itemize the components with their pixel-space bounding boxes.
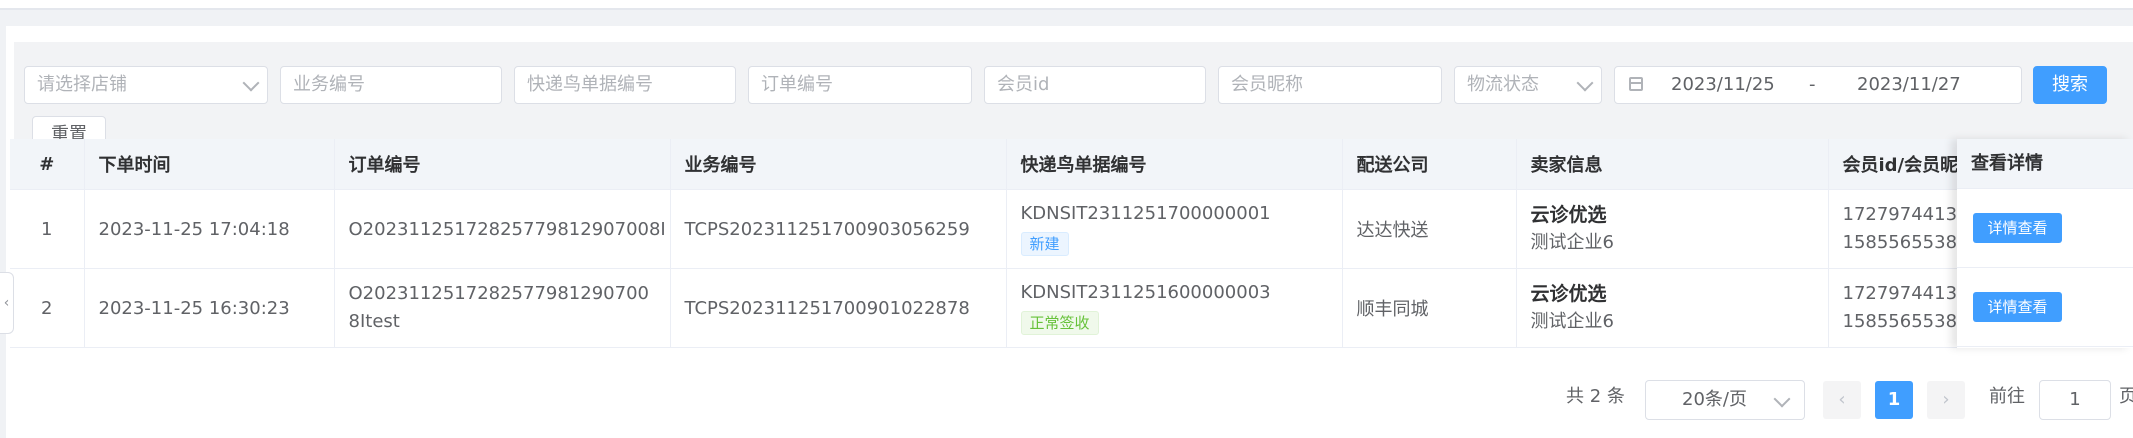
seller-company: 测试企业6 (1530, 232, 1614, 253)
detail-view-button[interactable]: 详情查看 (1973, 213, 2062, 243)
chevron-down-icon (1773, 390, 1791, 408)
shop-select[interactable]: 请选择店铺 (24, 66, 268, 104)
calendar-icon (1629, 77, 1643, 91)
header-index: # (10, 139, 85, 190)
seller-company: 测试企业6 (1530, 311, 1614, 332)
cell-index: 2 (10, 268, 85, 348)
table-row: 1 2023-11-25 17:04:18 O20231125172825779… (10, 189, 2133, 269)
goto-page-input[interactable]: 1 (2039, 380, 2111, 420)
order-no-placeholder: 订单编号 (761, 74, 833, 95)
header-carrier: 配送公司 (1342, 139, 1517, 190)
detail-view-button[interactable]: 详情查看 (1973, 292, 2062, 322)
cell-seller: 云诊优选 测试企业6 (1516, 189, 1829, 269)
cell-carrier: 达达快送 (1342, 189, 1517, 269)
detail-cell: 详情查看 (1957, 189, 2133, 268)
cell-business-no: TCPS202311251700901022878 (670, 268, 1007, 348)
cell-order-no: O20231125172825779812907008Itest (334, 268, 671, 348)
header-order-time: 下单时间 (84, 139, 335, 190)
header-kdn-no: 快递鸟单据编号 (1006, 139, 1343, 190)
cell-order-time: 2023-11-25 16:30:23 (84, 268, 335, 348)
top-divider (0, 8, 2133, 10)
next-page-button[interactable]: › (1927, 381, 1965, 419)
cell-order-no: O20231125172825779812907008I (334, 189, 671, 269)
table-row: 2 2023-11-25 16:30:23 O20231125172825779… (10, 268, 2133, 348)
member-id-input[interactable]: 会员id (984, 66, 1206, 104)
member-nick-input[interactable]: 会员昵称 (1218, 66, 1442, 104)
cell-kdn: KDNSIT2311251700000001 新建 (1006, 189, 1343, 269)
business-no-placeholder: 业务编号 (293, 74, 365, 95)
business-no-input[interactable]: 业务编号 (280, 66, 502, 104)
cell-seller: 云诊优选 测试企业6 (1516, 268, 1829, 348)
kdn-no-placeholder: 快递鸟单据编号 (527, 74, 653, 95)
date-range-picker[interactable]: 2023/11/25 - 2023/11/27 (1614, 66, 2022, 104)
chevron-down-icon (242, 74, 260, 92)
order-table: # 下单时间 订单编号 业务编号 快递鸟单据编号 配送公司 卖家信息 会员id/… (10, 139, 2133, 348)
search-button[interactable]: 搜索 (2033, 66, 2107, 104)
table-header-row: # 下单时间 订单编号 业务编号 快递鸟单据编号 配送公司 卖家信息 会员id/… (10, 139, 2133, 190)
logistics-status-placeholder: 物流状态 (1467, 74, 1539, 95)
status-badge: 新建 (1020, 232, 1069, 256)
goto-label: 前往 (1989, 386, 2025, 407)
seller-name: 云诊优选 (1530, 204, 1607, 226)
kdn-no-input[interactable]: 快递鸟单据编号 (514, 66, 736, 104)
order-no-input[interactable]: 订单编号 (748, 66, 972, 104)
header-order-no: 订单编号 (334, 139, 671, 190)
header-seller: 卖家信息 (1516, 139, 1829, 190)
page-number-current[interactable]: 1 (1875, 381, 1913, 419)
member-nick-placeholder: 会员昵称 (1231, 74, 1303, 95)
seller-name: 云诊优选 (1530, 283, 1607, 305)
logistics-status-select[interactable]: 物流状态 (1454, 66, 1602, 104)
header-detail: 查看详情 (1957, 139, 2133, 189)
page-size-select[interactable]: 20条/页 (1645, 380, 1805, 420)
prev-page-button[interactable]: ‹ (1823, 381, 1861, 419)
page-size-value: 20条/页 (1682, 389, 1747, 410)
cell-order-time: 2023-11-25 17:04:18 (84, 189, 335, 269)
date-end[interactable]: 2023/11/27 (1857, 67, 1961, 103)
cell-kdn-no: KDNSIT2311251700000001 (1020, 203, 1271, 224)
detail-cell: 详情查看 (1957, 268, 2133, 347)
cell-index: 1 (10, 189, 85, 269)
chevron-down-icon (1576, 74, 1594, 92)
fixed-detail-column: 查看详情 详情查看 详情查看 (1957, 139, 2133, 348)
cell-kdn-no: KDNSIT2311251600000003 (1020, 282, 1271, 303)
pagination-total: 共 2 条 (1566, 386, 1625, 407)
cell-business-no: TCPS202311251700903056259 (670, 189, 1007, 269)
date-start[interactable]: 2023/11/25 (1671, 67, 1775, 103)
top-strip (0, 0, 2133, 8)
page-suffix: 页 (2119, 386, 2133, 407)
cell-carrier: 顺丰同城 (1342, 268, 1517, 348)
member-id-placeholder: 会员id (997, 74, 1050, 95)
header-business-no: 业务编号 (670, 139, 1007, 190)
status-badge: 正常签收 (1020, 311, 1099, 335)
cell-kdn: KDNSIT2311251600000003 正常签收 (1006, 268, 1343, 348)
date-separator: - (1809, 74, 1816, 95)
shop-select-placeholder: 请选择店铺 (37, 74, 127, 95)
